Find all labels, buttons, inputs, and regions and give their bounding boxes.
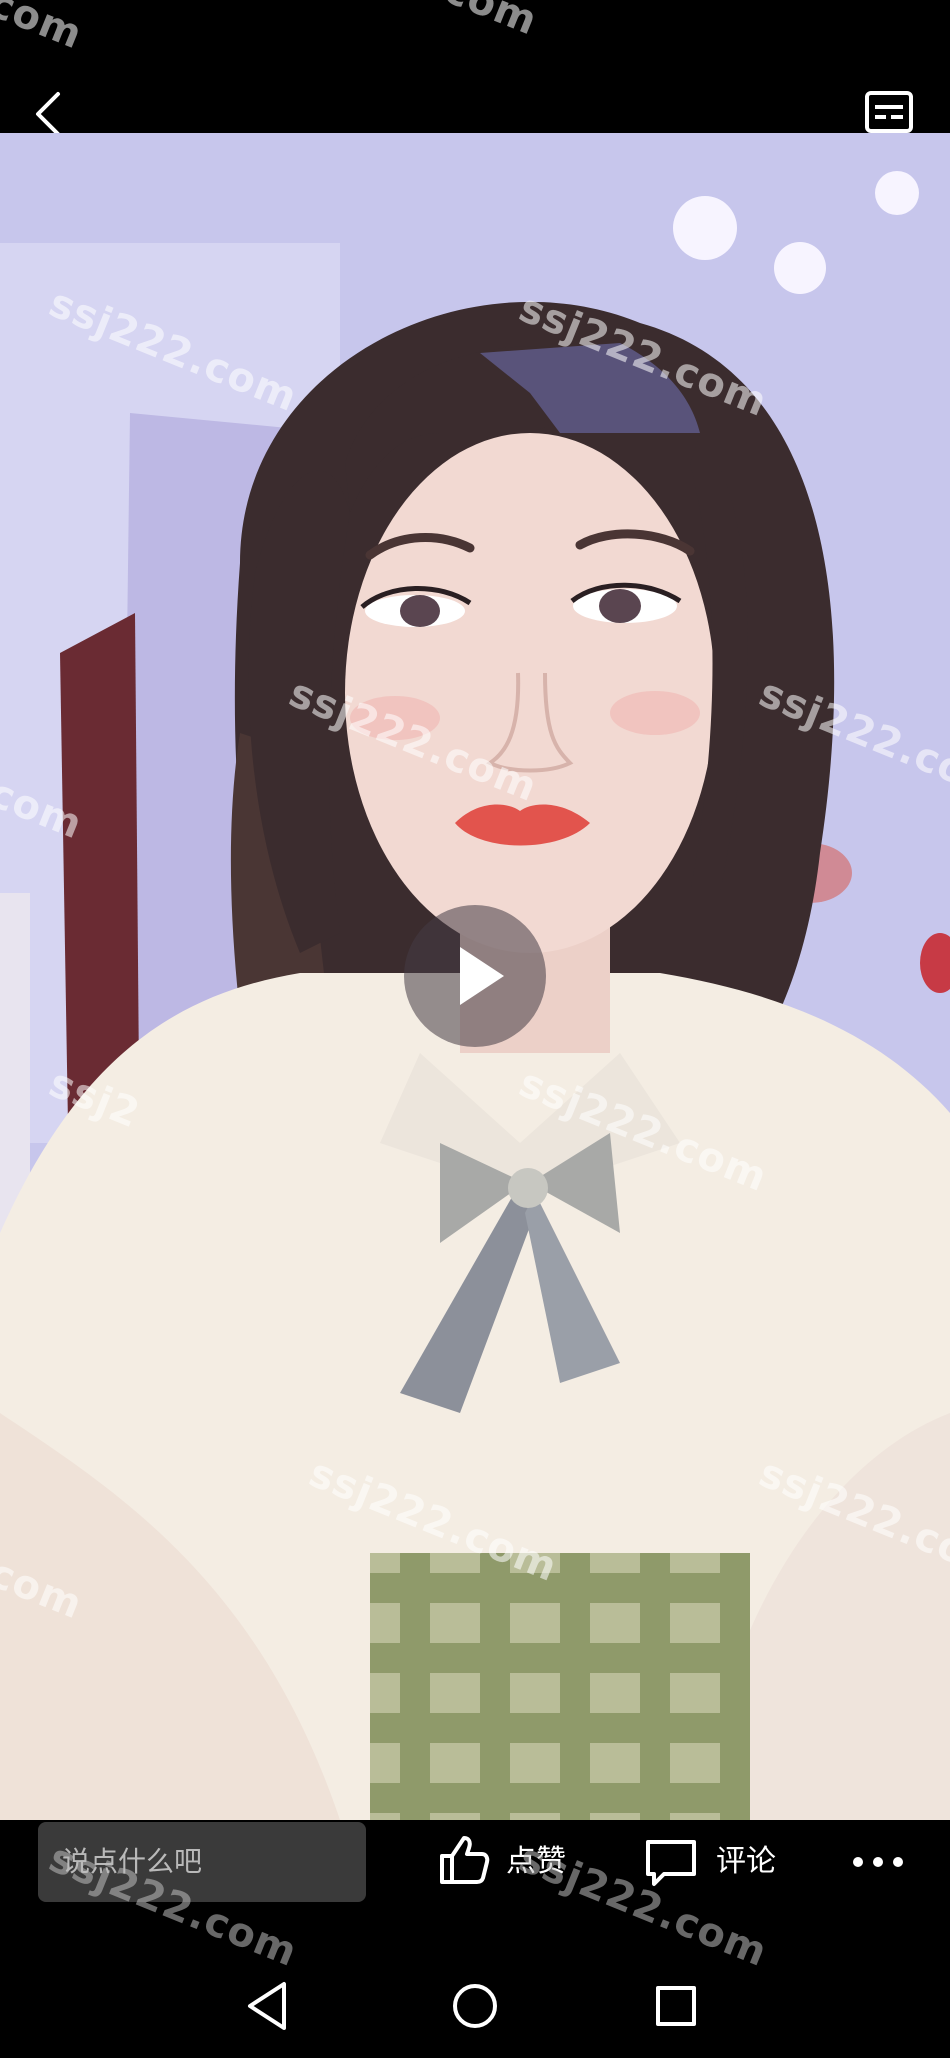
top-bar — [0, 0, 950, 136]
play-icon — [460, 947, 504, 1005]
triangle-back-icon — [248, 1982, 286, 2030]
more-button[interactable] — [848, 1842, 908, 1882]
more-horizontal-icon — [853, 1857, 903, 1867]
thumbs-up-icon — [440, 1836, 490, 1884]
speech-bubble-icon — [646, 1840, 696, 1886]
comment-input[interactable]: 说点什么吧 — [38, 1822, 366, 1902]
nav-recents-button[interactable] — [646, 1976, 706, 2036]
action-bar: 说点什么吧 点赞 评论 — [0, 1820, 950, 1930]
play-button[interactable] — [404, 905, 546, 1047]
like-button[interactable]: 点赞 — [436, 1820, 586, 1904]
subtitles-icon — [865, 91, 913, 133]
circle-home-icon — [453, 1984, 497, 2028]
video-player-screen: 说点什么吧 点赞 评论 .com com ssj222.com ssj222.c… — [0, 0, 950, 2058]
nav-back-button[interactable] — [240, 1976, 300, 2036]
system-nav-bar — [0, 1930, 950, 2058]
comment-placeholder: 说点什么吧 — [62, 1845, 203, 1878]
nav-home-button[interactable] — [445, 1976, 505, 2036]
comment-button[interactable]: 评论 — [644, 1820, 794, 1904]
subtitles-button[interactable] — [864, 90, 914, 136]
like-label: 点赞 — [506, 1844, 566, 1879]
square-recents-icon — [656, 1986, 696, 2026]
comment-label: 评论 — [716, 1844, 776, 1879]
video-frame[interactable] — [0, 133, 950, 1820]
